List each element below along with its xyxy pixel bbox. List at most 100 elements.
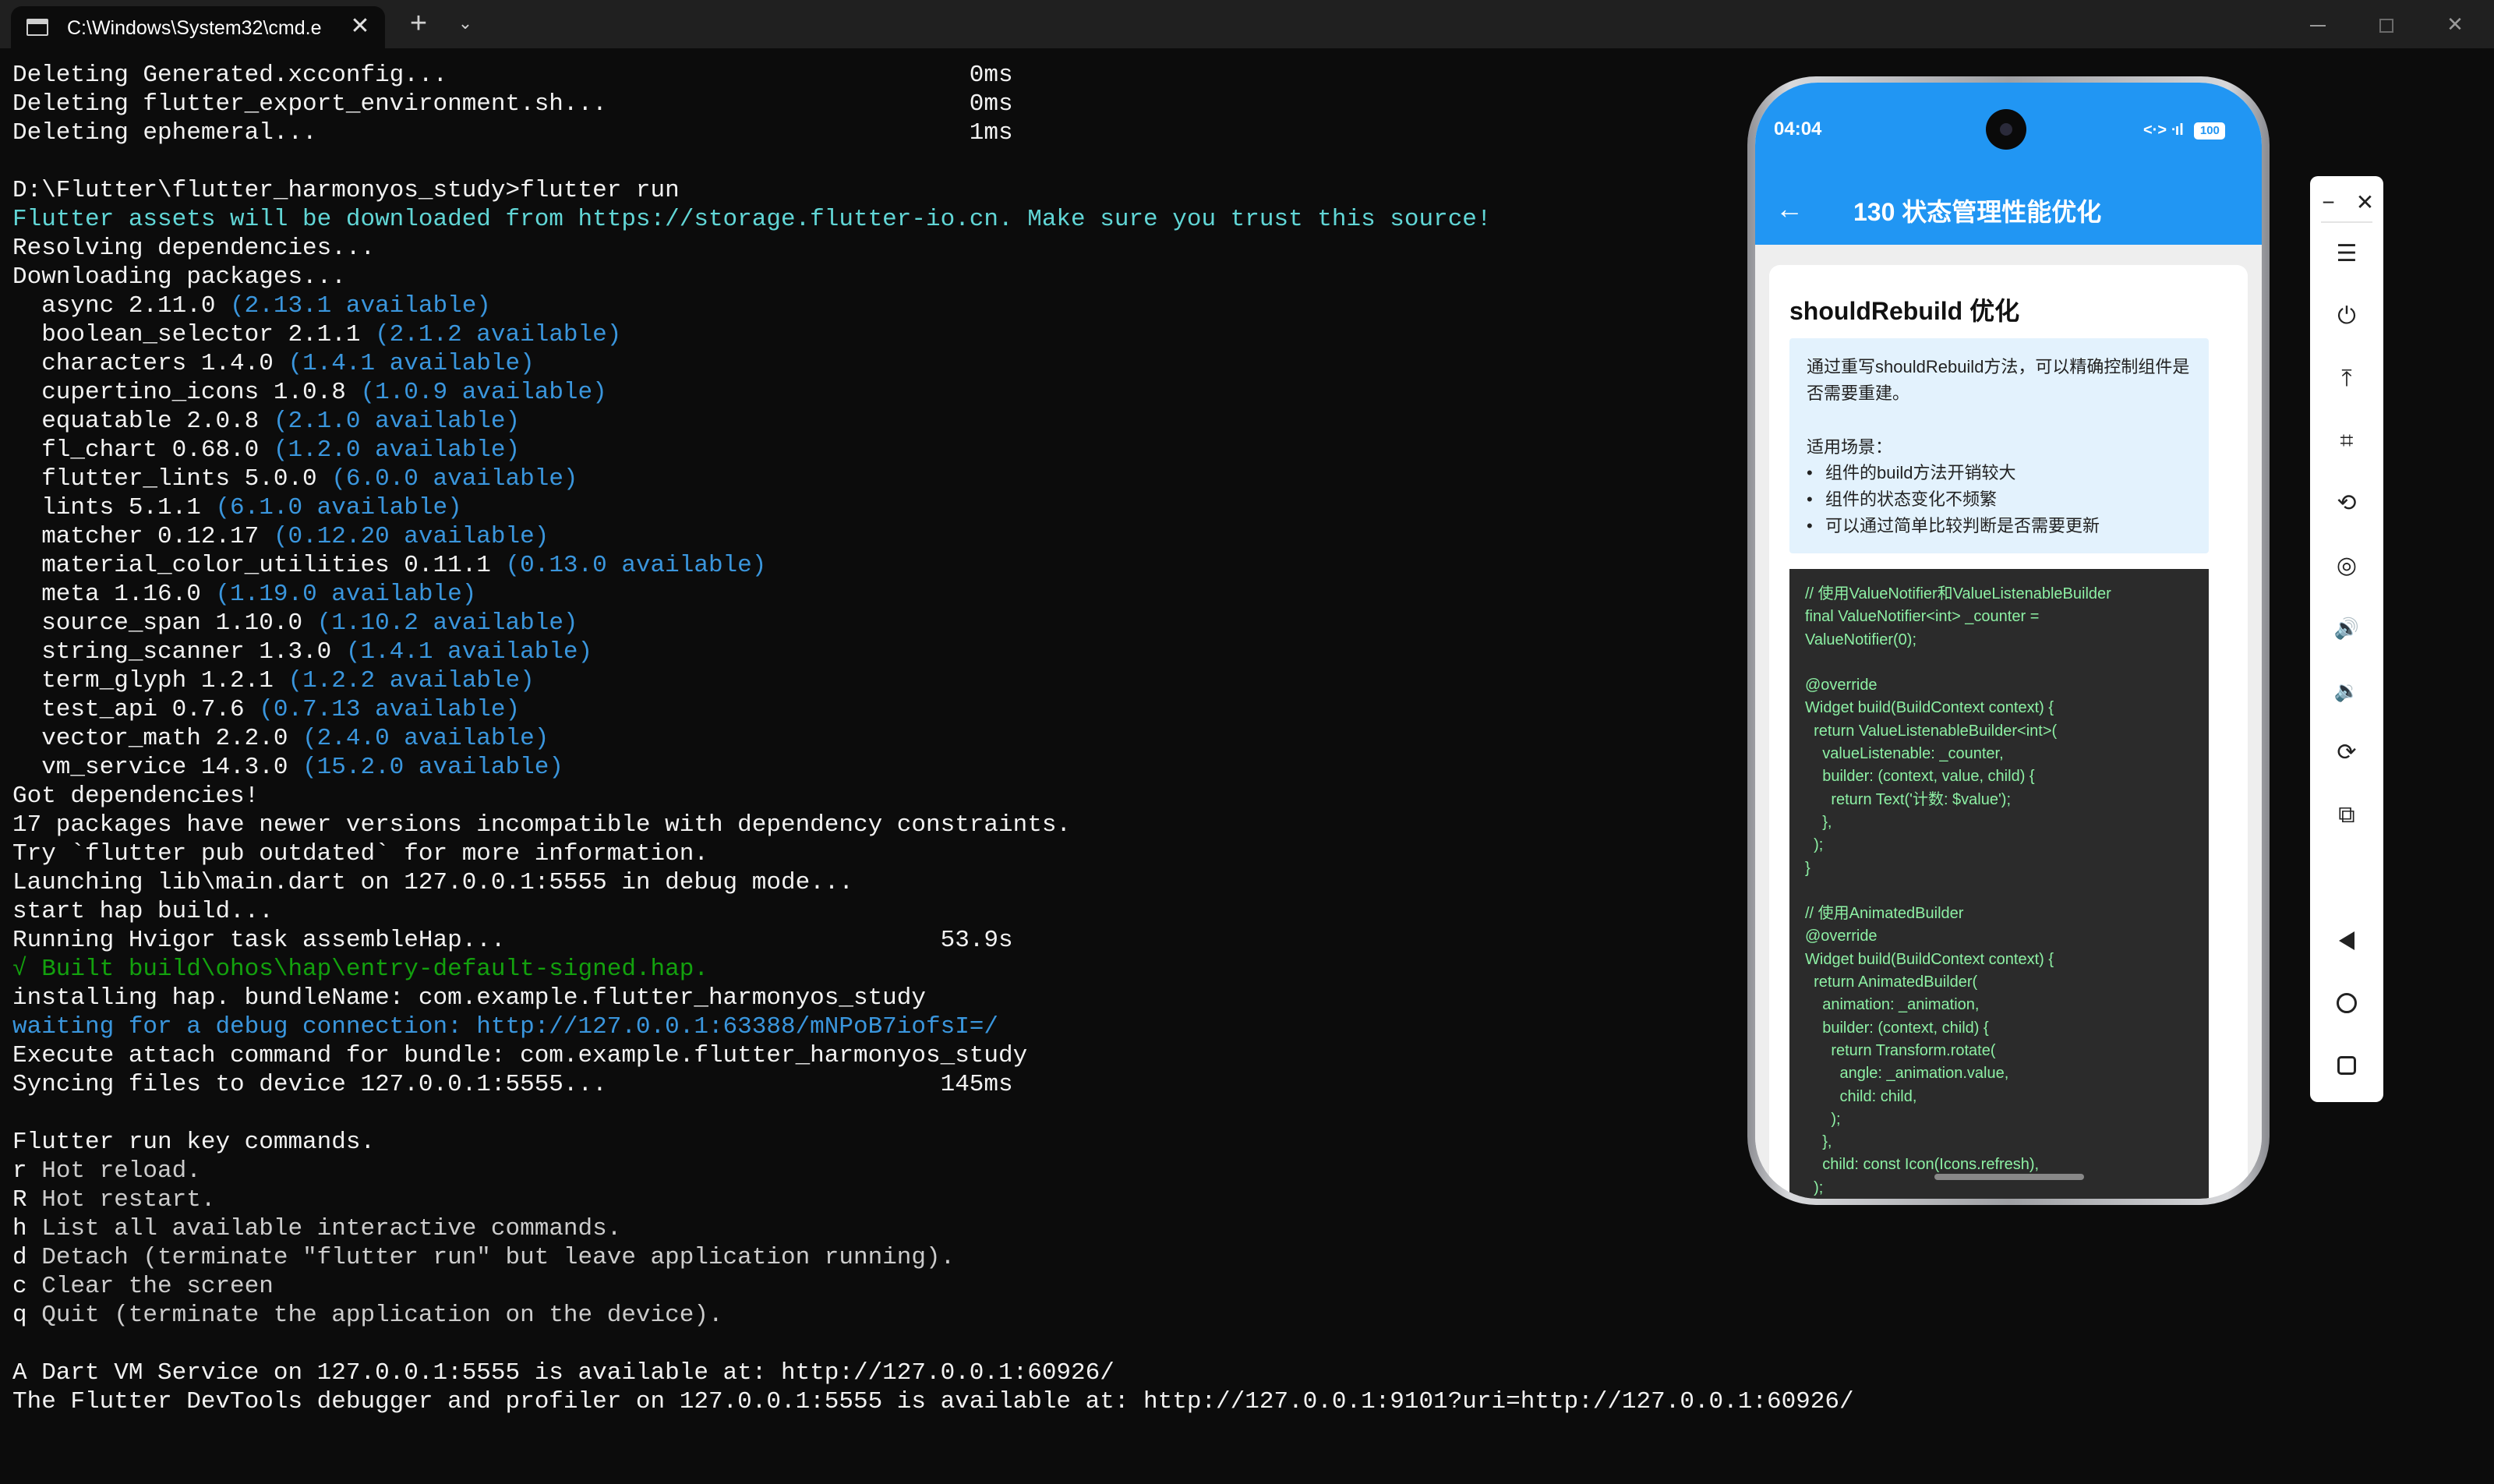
code-line: animation: _animation, (1805, 996, 1980, 1014)
console-text: A Dart VM Service on 127.0.0.1:5555 is a… (12, 1359, 1115, 1387)
console-line: test_api 0.7.6 (0.7.13 available) (12, 695, 1883, 724)
tab-close-button[interactable]: ✕ (344, 11, 376, 42)
minimize-button[interactable] (2282, 0, 2354, 48)
console-text: Resolving dependencies... (12, 235, 376, 262)
console-text: fl_chart 0.68.0 (12, 436, 274, 464)
phone-screen[interactable]: 04:04 <·> ᐧıl 100 ← 130 状态管理性能优化 shouldR… (1755, 83, 2262, 1199)
toolbar-minimize-button[interactable]: − (2310, 179, 2347, 226)
toolbar-close-button[interactable]: ✕ (2347, 179, 2383, 226)
code-line: }, (1805, 1133, 1832, 1151)
terminal-tab[interactable]: C:\Windows\System32\cmd.e ✕ (11, 6, 385, 48)
camera-cutout (1986, 109, 2026, 150)
console-line: async 2.11.0 (2.13.1 available) (12, 292, 1883, 320)
console-text: c (12, 1273, 27, 1300)
console-line: waiting for a debug connection: http://1… (12, 1012, 1883, 1041)
code-line: return Text('计数: $value'); (1805, 790, 2012, 808)
code-line: ); (1805, 1110, 1841, 1128)
console-text: Hot reload. (26, 1157, 201, 1185)
console-line: vector_math 2.2.0 (2.4.0 available) (12, 724, 1883, 753)
console-text: characters 1.4.0 (12, 350, 288, 377)
back-nav-button[interactable] (2310, 917, 2383, 963)
console-text: (1.0.9 available) (360, 379, 607, 406)
console-text: lints 5.1.1 (12, 494, 216, 521)
multi-device-icon[interactable]: ⧉ (2310, 792, 2383, 839)
console-line: installing hap. bundleName: com.example.… (12, 984, 1883, 1012)
console-text: Execute attach command for bundle: com.e… (12, 1042, 1028, 1069)
recents-nav-button[interactable] (2310, 1041, 2383, 1088)
console-line: Got dependencies! (12, 782, 1883, 811)
console-line: 17 packages have newer versions incompat… (12, 811, 1883, 839)
terminal-icon (26, 19, 48, 36)
console-text: start hap build... (12, 898, 274, 925)
code-line: return ValueListenableBuilder<int>( (1805, 722, 2058, 740)
screenshot-icon[interactable]: ◎ (2310, 542, 2383, 589)
console-text: waiting for a debug connection: http://1… (12, 1013, 999, 1041)
scenario-item: • 组件的状态变化不频繁 (1807, 489, 1998, 509)
volume-down-icon[interactable]: 🔉 (2310, 667, 2383, 714)
code-line: valueListenable: _counter, (1805, 745, 2004, 763)
console-text: (1.19.0 available) (215, 581, 477, 608)
title-bar: C:\Windows\System32\cmd.e ✕ + ⌄ ✕ (0, 0, 2494, 48)
rotate-device-icon[interactable]: ⟳ (2310, 730, 2383, 776)
app-title: 130 状态管理性能优化 (1853, 198, 2102, 226)
status-bar: 04:04 <·> ᐧıl 100 (1755, 83, 2262, 173)
code-line: builder: (context, value, child) { (1805, 768, 2035, 786)
console-line: Flutter run key commands. (12, 1128, 1883, 1157)
new-tab-button[interactable]: + (399, 8, 438, 39)
app-bar: ← 130 状态管理性能优化 (1755, 173, 2262, 245)
console-text: meta 1.16.0 (12, 581, 216, 608)
console-text: (2.1.2 available) (375, 321, 622, 348)
console-line: Running Hvigor task assembleHap... 53.9s (12, 926, 1883, 955)
code-line: Widget build(BuildContext context) { (1805, 950, 2054, 968)
power-icon[interactable]: ⏻ (2310, 293, 2383, 340)
console-text: material_color_utilities 0.11.1 (12, 552, 506, 579)
console-text: (1.4.1 available) (288, 350, 535, 377)
console-text: (0.12.20 available) (273, 523, 549, 550)
console-output[interactable]: Deleting Generated.xcconfig... 0ms Deleti… (12, 61, 1883, 1464)
console-text: string_scanner 1.3.0 (12, 638, 346, 666)
console-text: flutter_lints 5.0.0 (12, 465, 332, 493)
console-text: Try `flutter pub outdated` for more info… (12, 840, 708, 867)
console-text: vm_service 14.3.0 (12, 754, 303, 781)
scenario-item: • 组件的build方法开销较大 (1807, 463, 2016, 482)
console-text: (2.1.0 available) (273, 408, 521, 435)
console-line: c Clear the screen (12, 1272, 1883, 1301)
console-line: Deleting Generated.xcconfig... 0ms (12, 61, 1883, 90)
console-line: term_glyph 1.2.1 (1.2.2 available) (12, 666, 1883, 695)
console-text: matcher 0.12.17 (12, 523, 274, 550)
console-text: cupertino_icons 1.0.8 (12, 379, 361, 406)
back-arrow-icon[interactable]: ← (1775, 190, 1813, 228)
console-line: Resolving dependencies... (12, 234, 1883, 263)
console-text: D:\Flutter\flutter_harmonyos_study>flutt… (12, 177, 680, 204)
console-text: Hot restart. (26, 1186, 216, 1214)
console-text: (1.2.2 available) (288, 667, 535, 694)
crop-icon[interactable]: ⌗ (2310, 418, 2383, 465)
menu-icon[interactable]: ☰ (2310, 231, 2383, 277)
rotate-icon[interactable]: ⟲ (2310, 480, 2383, 527)
code-line: } (1805, 859, 1810, 877)
volume-up-icon[interactable]: 🔊 (2310, 605, 2383, 652)
console-text: (6.0.0 available) (331, 465, 578, 493)
console-line: d Detach (terminate "flutter run" but le… (12, 1243, 1883, 1272)
code-line: final ValueNotifier<int> _counter = (1805, 608, 2040, 626)
console-line: h List all available interactive command… (12, 1214, 1883, 1243)
console-text: source_span 1.10.0 (12, 610, 317, 637)
code-block: // 使用ValueNotifier和ValueListenableBuilde… (1789, 569, 2209, 1199)
home-indicator[interactable] (1934, 1174, 2084, 1180)
app-body[interactable]: shouldRebuild 优化 通过重写shouldRebuild方法，可以精… (1755, 245, 2262, 1199)
console-line: start hap build... (12, 897, 1883, 926)
console-text: (15.2.0 available) (302, 754, 563, 781)
code-line: }, (1805, 813, 1832, 831)
console-line: √ Built build\ohos\hap\entry-default-sig… (12, 955, 1883, 984)
status-icons: <·> ᐧıl 100 (2143, 120, 2226, 140)
home-nav-button[interactable] (2310, 979, 2383, 1026)
window-close-button[interactable]: ✕ (2419, 0, 2491, 48)
pin-top-icon[interactable]: ⤒ (2310, 355, 2383, 402)
console-line: q Quit (terminate the application on the… (12, 1301, 1883, 1330)
maximize-button[interactable] (2351, 0, 2422, 48)
tab-dropdown-button[interactable]: ⌄ (447, 8, 483, 39)
tab-title: C:\Windows\System32\cmd.e (67, 17, 322, 39)
